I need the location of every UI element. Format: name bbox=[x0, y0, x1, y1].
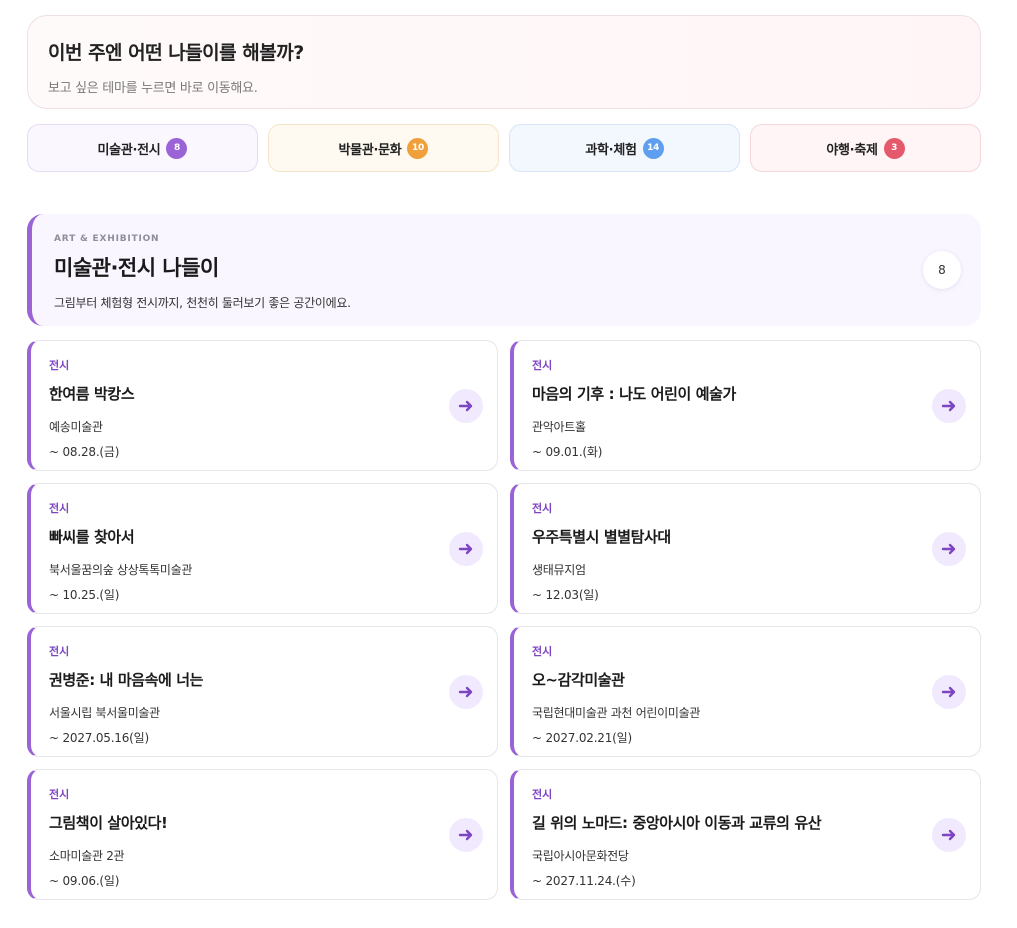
arrow-right-icon[interactable] bbox=[932, 389, 966, 423]
exhibition-card[interactable]: 전시 오~감각미술관 국립현대미술관 과천 어린이미술관 ~ 2027.02.2… bbox=[510, 626, 981, 757]
card-date: ~ 2027.05.16(일) bbox=[49, 731, 149, 745]
card-category: 전시 bbox=[532, 788, 553, 801]
arrow-right-icon[interactable] bbox=[449, 389, 483, 423]
card-category: 전시 bbox=[49, 502, 70, 515]
theme-label: 야행·축제 bbox=[826, 142, 878, 158]
exhibition-card[interactable]: 전시 한여름 박캉스 예송미술관 ~ 08.28.(금) bbox=[27, 340, 498, 471]
card-title: 길 위의 노마드: 중앙아시아 이동과 교류의 유산 bbox=[532, 814, 822, 832]
card-title: 그림책이 살아있다! bbox=[49, 814, 168, 832]
arrow-right-icon[interactable] bbox=[932, 675, 966, 709]
card-title: 한여름 박캉스 bbox=[49, 385, 135, 403]
theme-button-museum[interactable]: 박물관·문화 10 bbox=[268, 124, 499, 172]
exhibition-card[interactable]: 전시 권병준: 내 마음속에 너는 서울시립 북서울미술관 ~ 2027.05.… bbox=[27, 626, 498, 757]
card-category: 전시 bbox=[49, 788, 70, 801]
card-category: 전시 bbox=[532, 645, 553, 658]
card-title: 마음의 기후 : 나도 어린이 예술가 bbox=[532, 385, 736, 403]
theme-button-festival[interactable]: 야행·축제 3 bbox=[750, 124, 981, 172]
intro-title: 이번 주엔 어떤 나들이를 해볼까? bbox=[48, 42, 304, 64]
theme-count-badge: 8 bbox=[166, 137, 188, 159]
section-count-badge: 8 bbox=[923, 251, 961, 289]
card-date: ~ 2027.02.21(일) bbox=[532, 731, 632, 745]
theme-count-badge: 3 bbox=[883, 137, 905, 159]
section-header: ART & EXHIBITION 미술관·전시 나들이 그림부터 체험형 전시까… bbox=[27, 214, 981, 326]
theme-label: 박물관·문화 bbox=[338, 142, 402, 158]
arrow-right-icon[interactable] bbox=[932, 532, 966, 566]
exhibition-card[interactable]: 전시 마음의 기후 : 나도 어린이 예술가 관악아트홀 ~ 09.01.(화) bbox=[510, 340, 981, 471]
card-title: 오~감각미술관 bbox=[532, 671, 625, 689]
theme-count-badge: 14 bbox=[642, 137, 664, 159]
exhibition-card[interactable]: 전시 우주특별시 별별탐사대 생태뮤지엄 ~ 12.03(일) bbox=[510, 483, 981, 614]
card-date: ~ 2027.11.24.(수) bbox=[532, 874, 636, 888]
card-date: ~ 12.03(일) bbox=[532, 588, 599, 602]
theme-label: 미술관·전시 bbox=[97, 142, 161, 158]
arrow-right-icon[interactable] bbox=[932, 818, 966, 852]
card-title: 빠씨를 찾아서 bbox=[49, 528, 135, 546]
theme-label: 과학·체험 bbox=[585, 142, 637, 158]
card-venue: 국립현대미술관 과천 어린이미술관 bbox=[532, 706, 701, 720]
theme-count-badge: 10 bbox=[407, 137, 429, 159]
theme-button-science[interactable]: 과학·체험 14 bbox=[509, 124, 740, 172]
card-venue: 생태뮤지엄 bbox=[532, 563, 586, 577]
theme-button-art[interactable]: 미술관·전시 8 bbox=[27, 124, 258, 172]
exhibition-card[interactable]: 전시 그림책이 살아있다! 소마미술관 2관 ~ 09.06.(일) bbox=[27, 769, 498, 900]
card-venue: 서울시립 북서울미술관 bbox=[49, 706, 160, 720]
card-venue: 예송미술관 bbox=[49, 420, 103, 434]
card-date: ~ 09.06.(일) bbox=[49, 874, 120, 888]
card-category: 전시 bbox=[49, 645, 70, 658]
card-venue: 관악아트홀 bbox=[532, 420, 586, 434]
card-venue: 북서울꿈의숲 상상톡톡미술관 bbox=[49, 563, 193, 577]
card-venue: 국립아시아문화전당 bbox=[532, 849, 629, 863]
section-description: 그림부터 체험형 전시까지, 천천히 둘러보기 좋은 공간이에요. bbox=[54, 296, 351, 310]
card-date: ~ 08.28.(금) bbox=[49, 445, 120, 459]
card-category: 전시 bbox=[532, 359, 553, 372]
intro-banner: 이번 주엔 어떤 나들이를 해볼까? 보고 싶은 테마를 누르면 바로 이동해요… bbox=[27, 15, 981, 109]
card-title: 권병준: 내 마음속에 너는 bbox=[49, 671, 204, 689]
arrow-right-icon[interactable] bbox=[449, 675, 483, 709]
exhibition-card[interactable]: 전시 빠씨를 찾아서 북서울꿈의숲 상상톡톡미술관 ~ 10.25.(일) bbox=[27, 483, 498, 614]
card-title: 우주특별시 별별탐사대 bbox=[532, 528, 671, 546]
arrow-right-icon[interactable] bbox=[449, 532, 483, 566]
arrow-right-icon[interactable] bbox=[449, 818, 483, 852]
card-category: 전시 bbox=[532, 502, 553, 515]
card-date: ~ 10.25.(일) bbox=[49, 588, 120, 602]
card-date: ~ 09.01.(화) bbox=[532, 445, 603, 459]
section-title: 미술관·전시 나들이 bbox=[54, 256, 219, 280]
intro-subtitle: 보고 싶은 테마를 누르면 바로 이동해요. bbox=[48, 81, 258, 96]
exhibition-list: 전시 한여름 박캉스 예송미술관 ~ 08.28.(금) 전시 마음의 기후 :… bbox=[27, 340, 981, 900]
exhibition-card[interactable]: 전시 길 위의 노마드: 중앙아시아 이동과 교류의 유산 국립아시아문화전당 … bbox=[510, 769, 981, 900]
card-venue: 소마미술관 2관 bbox=[49, 849, 125, 863]
card-category: 전시 bbox=[49, 359, 70, 372]
theme-nav: 미술관·전시 8 박물관·문화 10 과학·체험 14 야행·축제 3 bbox=[27, 124, 981, 172]
section-eyebrow: ART & EXHIBITION bbox=[54, 234, 160, 244]
